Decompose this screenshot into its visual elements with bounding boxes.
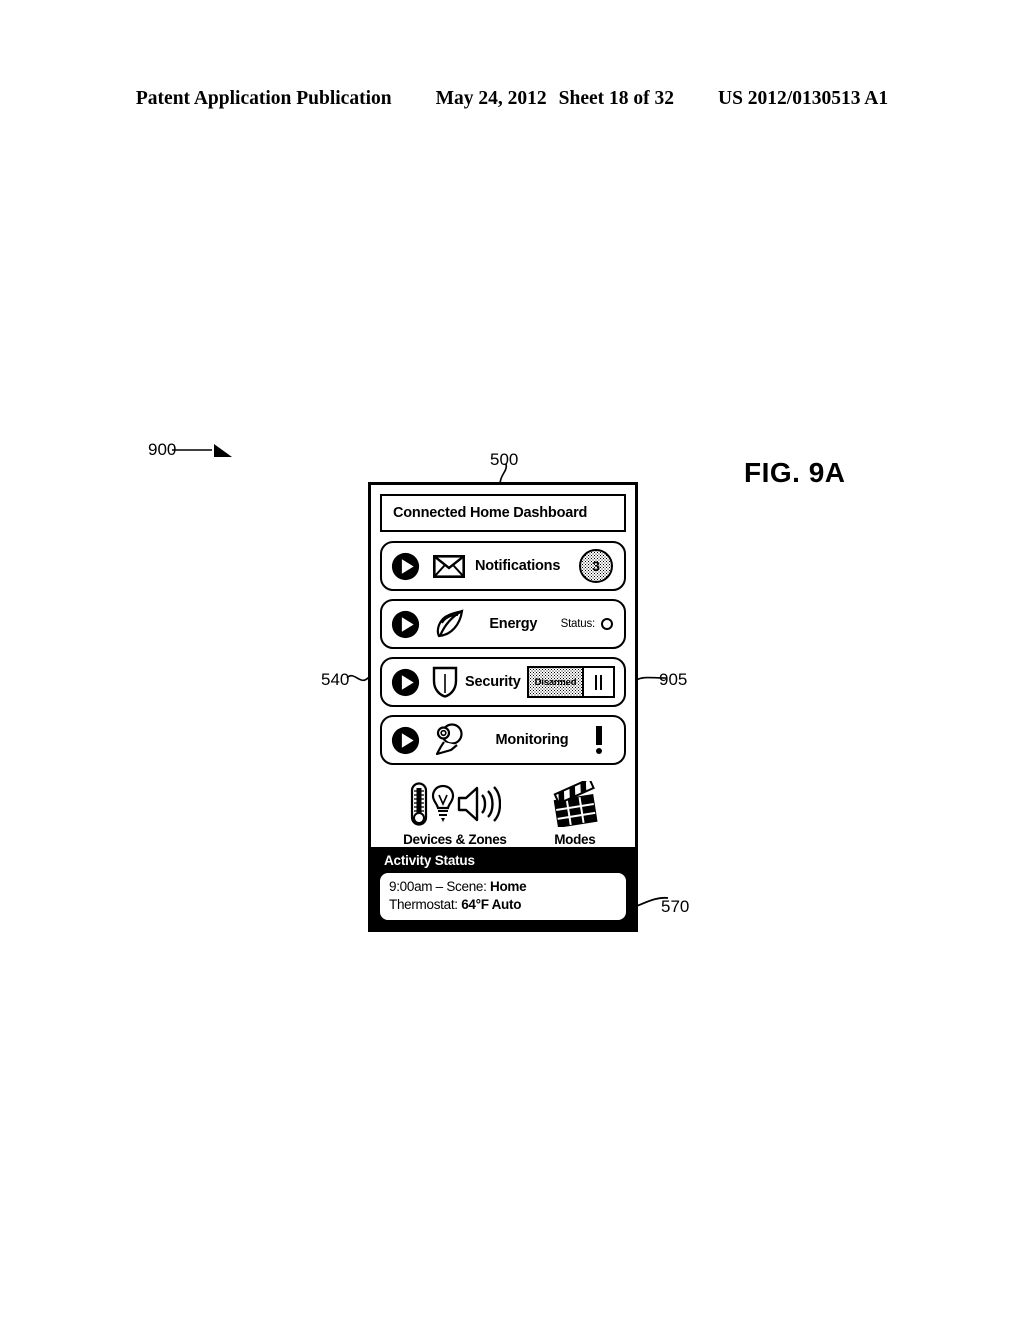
security-arm-toggle[interactable]: Disarmed	[527, 666, 615, 698]
camera-icon	[430, 723, 468, 757]
modes-icon-group	[551, 779, 599, 829]
publication-date: May 24, 2012	[435, 88, 547, 109]
energy-status: Status:	[561, 618, 613, 630]
dashboard-row-monitoring[interactable]: Monitoring	[380, 715, 626, 765]
circle-indicator-icon	[601, 618, 613, 630]
tile-devices-and-zones[interactable]: Devices & Zones	[386, 779, 524, 847]
exclamation-icon	[596, 725, 602, 755]
row-label-security: Security	[465, 674, 521, 690]
notifications-badge[interactable]: 3	[579, 549, 613, 583]
activity-status-panel: Activity Status 9:00am – Scene: Home The…	[371, 847, 635, 929]
grip-handle-icon[interactable]	[584, 668, 613, 696]
thermometer-icon	[410, 782, 427, 826]
play-icon[interactable]	[391, 726, 420, 755]
clapperboard-icon	[553, 781, 598, 827]
reference-numeral-570: 570	[661, 897, 690, 916]
reference-numeral-540: 540	[321, 670, 350, 689]
patent-number: US 2012/0130513 A1	[718, 88, 889, 109]
energy-status-label: Status:	[560, 618, 596, 630]
devices-zones-icon-group	[409, 779, 501, 829]
reference-numeral-500: 500	[490, 450, 519, 469]
dashboard-row-notifications[interactable]: Notifications 3	[380, 541, 626, 591]
dashboard-shortcut-tiles: Devices & Zones Modes	[380, 773, 626, 847]
activity-line-thermostat-prefix: Thermostat:	[389, 897, 462, 913]
dashboard-title-bar: Connected Home Dashboard	[380, 494, 626, 532]
speaker-icon	[457, 786, 501, 822]
tile-label-modes: Modes	[554, 832, 596, 847]
connected-home-dashboard-device: Connected Home Dashboard Notifications 3	[368, 482, 638, 932]
activity-line-thermostat: Thermostat: 64°F Auto	[389, 896, 617, 914]
activity-status-header: Activity Status	[384, 853, 475, 869]
figure-label: FIG. 9A	[744, 457, 846, 488]
activity-line-scene-prefix: 9:00am – Scene:	[389, 879, 491, 895]
play-icon[interactable]	[391, 668, 420, 697]
row-label-energy: Energy	[489, 616, 538, 632]
tile-label-devices-and-zones: Devices & Zones	[403, 832, 507, 847]
activity-status-content[interactable]: 9:00am – Scene: Home Thermostat: 64°F Au…	[380, 873, 626, 920]
publication-label: Patent Application Publication	[135, 88, 392, 109]
envelope-icon	[432, 554, 466, 578]
play-icon[interactable]	[391, 610, 420, 639]
row-label-monitoring: Monitoring	[495, 732, 569, 748]
reference-numeral-905: 905	[659, 670, 688, 689]
activity-line-thermostat-value: 64°F Auto	[461, 897, 522, 913]
row-label-notifications: Notifications	[475, 558, 561, 574]
shield-icon	[430, 666, 460, 698]
security-toggle-state-label: Disarmed	[529, 668, 584, 696]
lightbulb-icon	[431, 784, 454, 822]
tile-modes[interactable]: Modes	[524, 779, 626, 847]
dashboard-row-energy[interactable]: Energy Status:	[380, 599, 626, 649]
leaf-icon	[432, 609, 466, 639]
play-icon[interactable]	[391, 552, 420, 581]
reference-numeral-900: 900	[148, 440, 177, 459]
page-title: Connected Home Dashboard	[393, 505, 588, 521]
dashboard-body: Connected Home Dashboard Notifications 3	[371, 485, 635, 847]
activity-line-scene-value: Home	[490, 879, 527, 895]
activity-line-scene: 9:00am – Scene: Home	[389, 878, 617, 896]
sheet-number: Sheet 18 of 32	[558, 88, 674, 109]
leader-line-900	[172, 444, 232, 457]
patent-page-header: Patent Application Publication May 24, 20…	[0, 88, 1024, 110]
dashboard-row-security[interactable]: Security Disarmed	[380, 657, 626, 707]
